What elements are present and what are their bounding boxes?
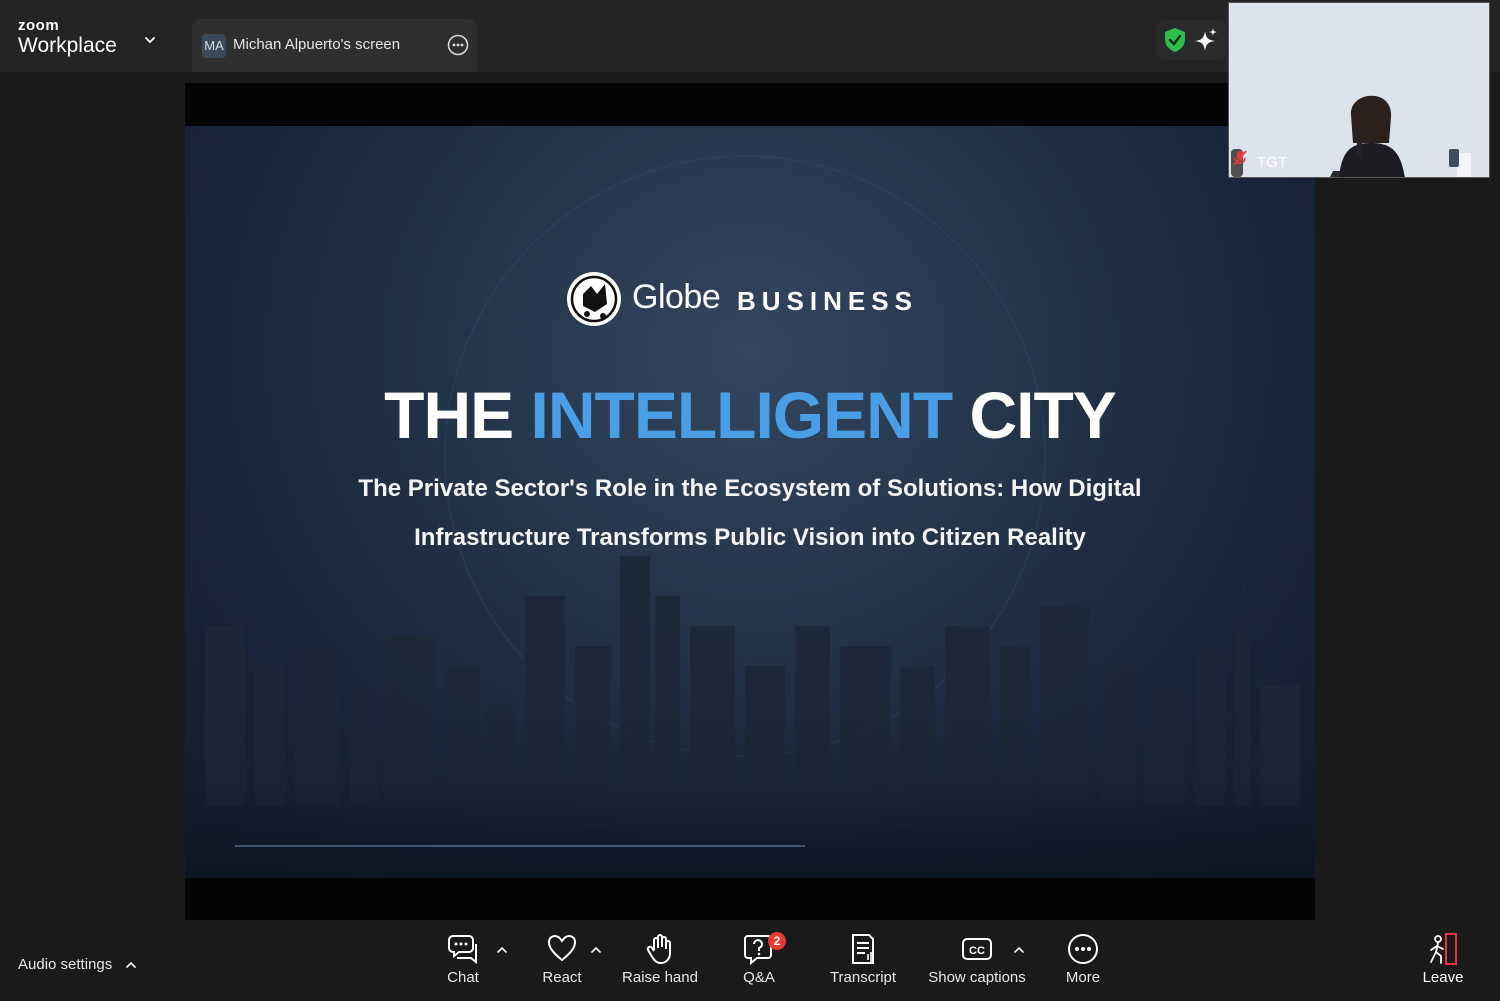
- transcript-label: Transcript: [829, 969, 897, 986]
- chevron-up-icon[interactable]: [590, 945, 602, 955]
- raise-hand-button[interactable]: Raise hand: [620, 932, 700, 998]
- participant-name-label: TGT: [1231, 149, 1287, 177]
- slide-subtitle: The Private Sector's Role in the Ecosyst…: [285, 464, 1215, 562]
- leave-label: Leave: [1422, 969, 1464, 986]
- react-button[interactable]: React: [537, 932, 587, 998]
- shield-check-icon[interactable]: [1162, 26, 1188, 54]
- chevron-up-icon[interactable]: [496, 945, 508, 955]
- chat-button[interactable]: Chat: [438, 932, 488, 998]
- speaker-video-feed: [1229, 3, 1489, 177]
- chevron-up-icon[interactable]: [125, 960, 137, 970]
- chat-icon: [448, 935, 477, 965]
- more-options-icon: [1068, 934, 1098, 964]
- heart-icon: [547, 934, 577, 962]
- globe-logo-icon: [567, 272, 621, 326]
- show-captions-label: Show captions: [928, 969, 1026, 986]
- presentation-slide: Globe BUSINESS THE INTELLIGENT CITY The …: [185, 126, 1315, 878]
- leave-button[interactable]: Leave: [1420, 932, 1466, 998]
- slide-headline: THE INTELLIGENT CITY: [185, 382, 1315, 448]
- subtitle-line-2: Infrastructure Transforms Public Vision …: [414, 524, 1086, 551]
- more-button[interactable]: More: [1060, 932, 1106, 998]
- zoom-workplace-logo[interactable]: zoom Workplace: [18, 18, 117, 56]
- headline-the: THE: [384, 378, 531, 452]
- raise-hand-label: Raise hand: [622, 969, 698, 986]
- qa-label: Q&A: [743, 969, 775, 986]
- mic-muted-icon: [1233, 150, 1247, 166]
- avatar: MA: [202, 34, 226, 58]
- ai-companion-icon[interactable]: [1193, 26, 1219, 54]
- globe-business-logo: Globe BUSINESS: [565, 264, 945, 334]
- react-label: React: [542, 969, 582, 986]
- meeting-controls-toolbar: Audio settings Chat React Raise hand Q&A…: [0, 920, 1500, 1001]
- closed-captions-icon: CC: [962, 938, 992, 960]
- headline-intelligent: INTELLIGENT: [530, 378, 954, 452]
- shared-screen-tab[interactable]: MA Michan Alpuerto's screen: [192, 19, 477, 72]
- top-right-status: [1156, 20, 1228, 60]
- chat-label: Chat: [447, 969, 479, 986]
- participant-video-tile[interactable]: TGT: [1228, 2, 1490, 178]
- qa-count-badge: 2: [768, 932, 786, 950]
- chevron-up-icon[interactable]: [1013, 945, 1025, 955]
- shared-screen-title: Michan Alpuerto's screen: [233, 36, 401, 53]
- transcript-button[interactable]: Transcript: [828, 932, 898, 998]
- transcript-icon: [852, 934, 874, 964]
- chevron-down-icon[interactable]: [143, 33, 157, 47]
- logo-globe-text: Globe: [632, 278, 721, 316]
- headline-city: CITY: [952, 378, 1116, 452]
- show-captions-button[interactable]: CC Show captions: [928, 932, 1026, 998]
- more-options-icon[interactable]: [447, 34, 469, 56]
- participant-name: TGT: [1257, 154, 1287, 171]
- subtitle-line-1: The Private Sector's Role in the Ecosyst…: [358, 475, 1142, 502]
- brand-workplace-text: Workplace: [18, 34, 117, 57]
- brand-zoom-text: zoom: [18, 17, 60, 34]
- svg-text:CC: CC: [969, 945, 985, 957]
- more-label: More: [1065, 969, 1101, 986]
- raise-hand-icon: [646, 934, 671, 964]
- leave-door-icon: [1430, 933, 1457, 965]
- logo-business-text: BUSINESS: [737, 286, 918, 316]
- audio-settings-button[interactable]: Audio settings: [18, 956, 112, 973]
